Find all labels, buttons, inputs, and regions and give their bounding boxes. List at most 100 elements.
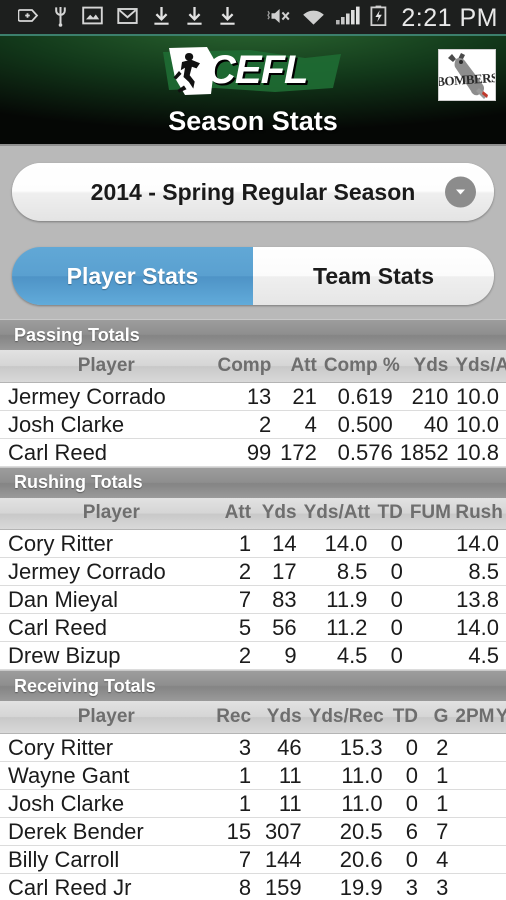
- stat-cell: 1852: [399, 438, 456, 467]
- column-header[interactable]: 2PM: [455, 701, 496, 734]
- usb-icon: [53, 5, 68, 32]
- download-icon: [152, 6, 171, 31]
- column-header[interactable]: Rush YP: [455, 497, 506, 530]
- stat-cell: 13.8: [455, 585, 506, 614]
- stat-cell: 4.5: [455, 641, 506, 670]
- column-header[interactable]: Yds/Att: [303, 497, 375, 530]
- player-name-cell: Josh Clarke: [0, 410, 213, 439]
- stat-cell: 8: [212, 873, 259, 900]
- stat-cell: 10.0: [455, 382, 506, 411]
- stat-cell: 15.3: [308, 733, 390, 762]
- team-logo[interactable]: BOMBERS: [438, 49, 496, 101]
- column-header[interactable]: Player: [0, 350, 213, 383]
- stat-cell: 20.6: [308, 845, 390, 874]
- table-row[interactable]: Drew Bizup 2 9 4.5 0 4.5: [0, 641, 506, 670]
- battery-charging-icon: [370, 5, 387, 31]
- stat-cell: 0: [389, 845, 426, 874]
- status-bar-right-icons: 2:21 PM: [266, 4, 498, 33]
- column-header[interactable]: Yds: [258, 497, 304, 530]
- table-row[interactable]: Jermey Corrado 2 17 8.5 0 8.5: [0, 557, 506, 586]
- stat-cell: 8.5: [455, 557, 506, 586]
- stat-cell: 7: [222, 585, 259, 614]
- section-header-receiving-totals: Receiving Totals: [0, 670, 506, 701]
- column-header[interactable]: TD: [389, 701, 426, 734]
- table-row[interactable]: Derek Bender 15 307 20.5 6 7: [0, 817, 506, 846]
- stat-cell: 56: [258, 613, 304, 642]
- column-header[interactable]: Att: [222, 497, 259, 530]
- stat-cell: 11.2: [303, 613, 375, 642]
- column-header[interactable]: Player: [0, 497, 223, 530]
- stat-cell: 40: [399, 410, 456, 439]
- stat-cell: 0: [374, 529, 410, 558]
- table-row[interactable]: Carl Reed 5 56 11.2 0 14.0: [0, 613, 506, 642]
- stat-cell: 0: [374, 641, 410, 670]
- section-header-passing-totals: Passing Totals: [0, 319, 506, 350]
- table-row[interactable]: Cory Ritter 3 46 15.3 0 2: [0, 733, 506, 762]
- status-bar-left-icons: [17, 5, 266, 32]
- column-header[interactable]: Yds: [399, 350, 456, 383]
- table-row[interactable]: Dan Mieyal 7 83 11.9 0 13.8: [0, 585, 506, 614]
- player-name-cell: Jermey Corrado: [0, 557, 223, 586]
- table-row[interactable]: Josh Clarke 1 11 11.0 0 1: [0, 789, 506, 818]
- table-header-row: Player Comp Att Comp % Yds Yds/A: [0, 350, 506, 383]
- column-header[interactable]: Yds: [258, 701, 309, 734]
- column-header[interactable]: Comp: [212, 350, 279, 383]
- stat-cell: 13: [212, 382, 279, 411]
- stat-cell: 4: [278, 410, 324, 439]
- player-name-cell: Josh Clarke: [0, 789, 213, 818]
- stat-cell: 0: [374, 585, 410, 614]
- stat-cell: 9: [258, 641, 304, 670]
- stat-cell: [409, 557, 456, 586]
- stat-cell: 15: [212, 817, 259, 846]
- column-header[interactable]: Player: [0, 701, 213, 734]
- stat-table: PlayerAttYdsYds/AttTDFUMRush YPCory Ritt…: [0, 497, 506, 670]
- status-bar-clock: 2:21 PM: [401, 3, 498, 32]
- stat-cell: 99: [212, 438, 279, 467]
- column-header[interactable]: Rec: [212, 701, 259, 734]
- chevron-down-icon[interactable]: [445, 176, 476, 208]
- tab-team-stats[interactable]: Team Stats: [253, 247, 494, 305]
- stat-table: Player Rec Yds Yds/Rec TD G 2PM Y Cory Ritter 3 46…: [0, 701, 506, 900]
- stat-cell: 0.500: [323, 410, 400, 439]
- stat-cell: [495, 873, 506, 900]
- stat-cell: 20.5: [308, 817, 390, 846]
- column-header[interactable]: Y: [495, 701, 506, 734]
- column-header[interactable]: TD: [374, 497, 410, 530]
- stat-cell: [495, 845, 506, 874]
- stat-cell: [409, 585, 456, 614]
- stat-cell: 19.9: [308, 873, 390, 900]
- stat-cell: 17: [258, 557, 304, 586]
- column-header[interactable]: Comp %: [323, 350, 400, 383]
- stat-cell: [455, 817, 496, 846]
- column-header[interactable]: Att: [278, 350, 324, 383]
- table-row[interactable]: Josh Clarke 2 4 0.500 40 10.0: [0, 410, 506, 439]
- column-header[interactable]: Yds/A: [455, 350, 506, 383]
- column-header[interactable]: G: [425, 701, 456, 734]
- section-header-rushing-totals: Rushing Totals: [0, 466, 506, 498]
- column-header[interactable]: FUM: [409, 497, 456, 530]
- table-row[interactable]: Cory Ritter 1 14 14.0 0 14.0: [0, 529, 506, 558]
- wifi-icon: [301, 6, 326, 30]
- page-title: Season Stats: [168, 106, 338, 136]
- stat-cell: 0: [374, 613, 410, 642]
- stat-cell: 10.0: [455, 410, 506, 439]
- stat-cell: [409, 613, 456, 642]
- stat-cell: [455, 789, 496, 818]
- season-selector[interactable]: 2014 - Spring Regular Season: [12, 163, 494, 221]
- player-name-cell: Dan Mieyal: [0, 585, 223, 614]
- stat-cell: 3: [212, 733, 259, 762]
- table-row[interactable]: Carl Reed Jr 8 159 19.9 3 3: [0, 873, 506, 900]
- tab-player-stats[interactable]: Player Stats: [12, 247, 253, 305]
- stat-cell: 0: [389, 733, 426, 762]
- column-header[interactable]: Yds/Rec: [308, 701, 390, 734]
- cefl-logo[interactable]: CEFL: [153, 43, 353, 99]
- table-row[interactable]: Wayne Gant 1 11 11.0 0 1: [0, 761, 506, 790]
- table-row[interactable]: Billy Carroll 7 144 20.6 0 4: [0, 845, 506, 874]
- table-row[interactable]: Carl Reed 99 172 0.576 1852 10.8: [0, 438, 506, 467]
- stat-cell: 172: [278, 438, 324, 467]
- mute-vibrate-icon: [266, 6, 292, 31]
- table-row[interactable]: Jermey Corrado 13 21 0.619 210 10.0: [0, 382, 506, 411]
- player-name-cell: Cory Ritter: [0, 529, 223, 558]
- stat-cell: [455, 873, 496, 900]
- stat-cell: 4.5: [303, 641, 375, 670]
